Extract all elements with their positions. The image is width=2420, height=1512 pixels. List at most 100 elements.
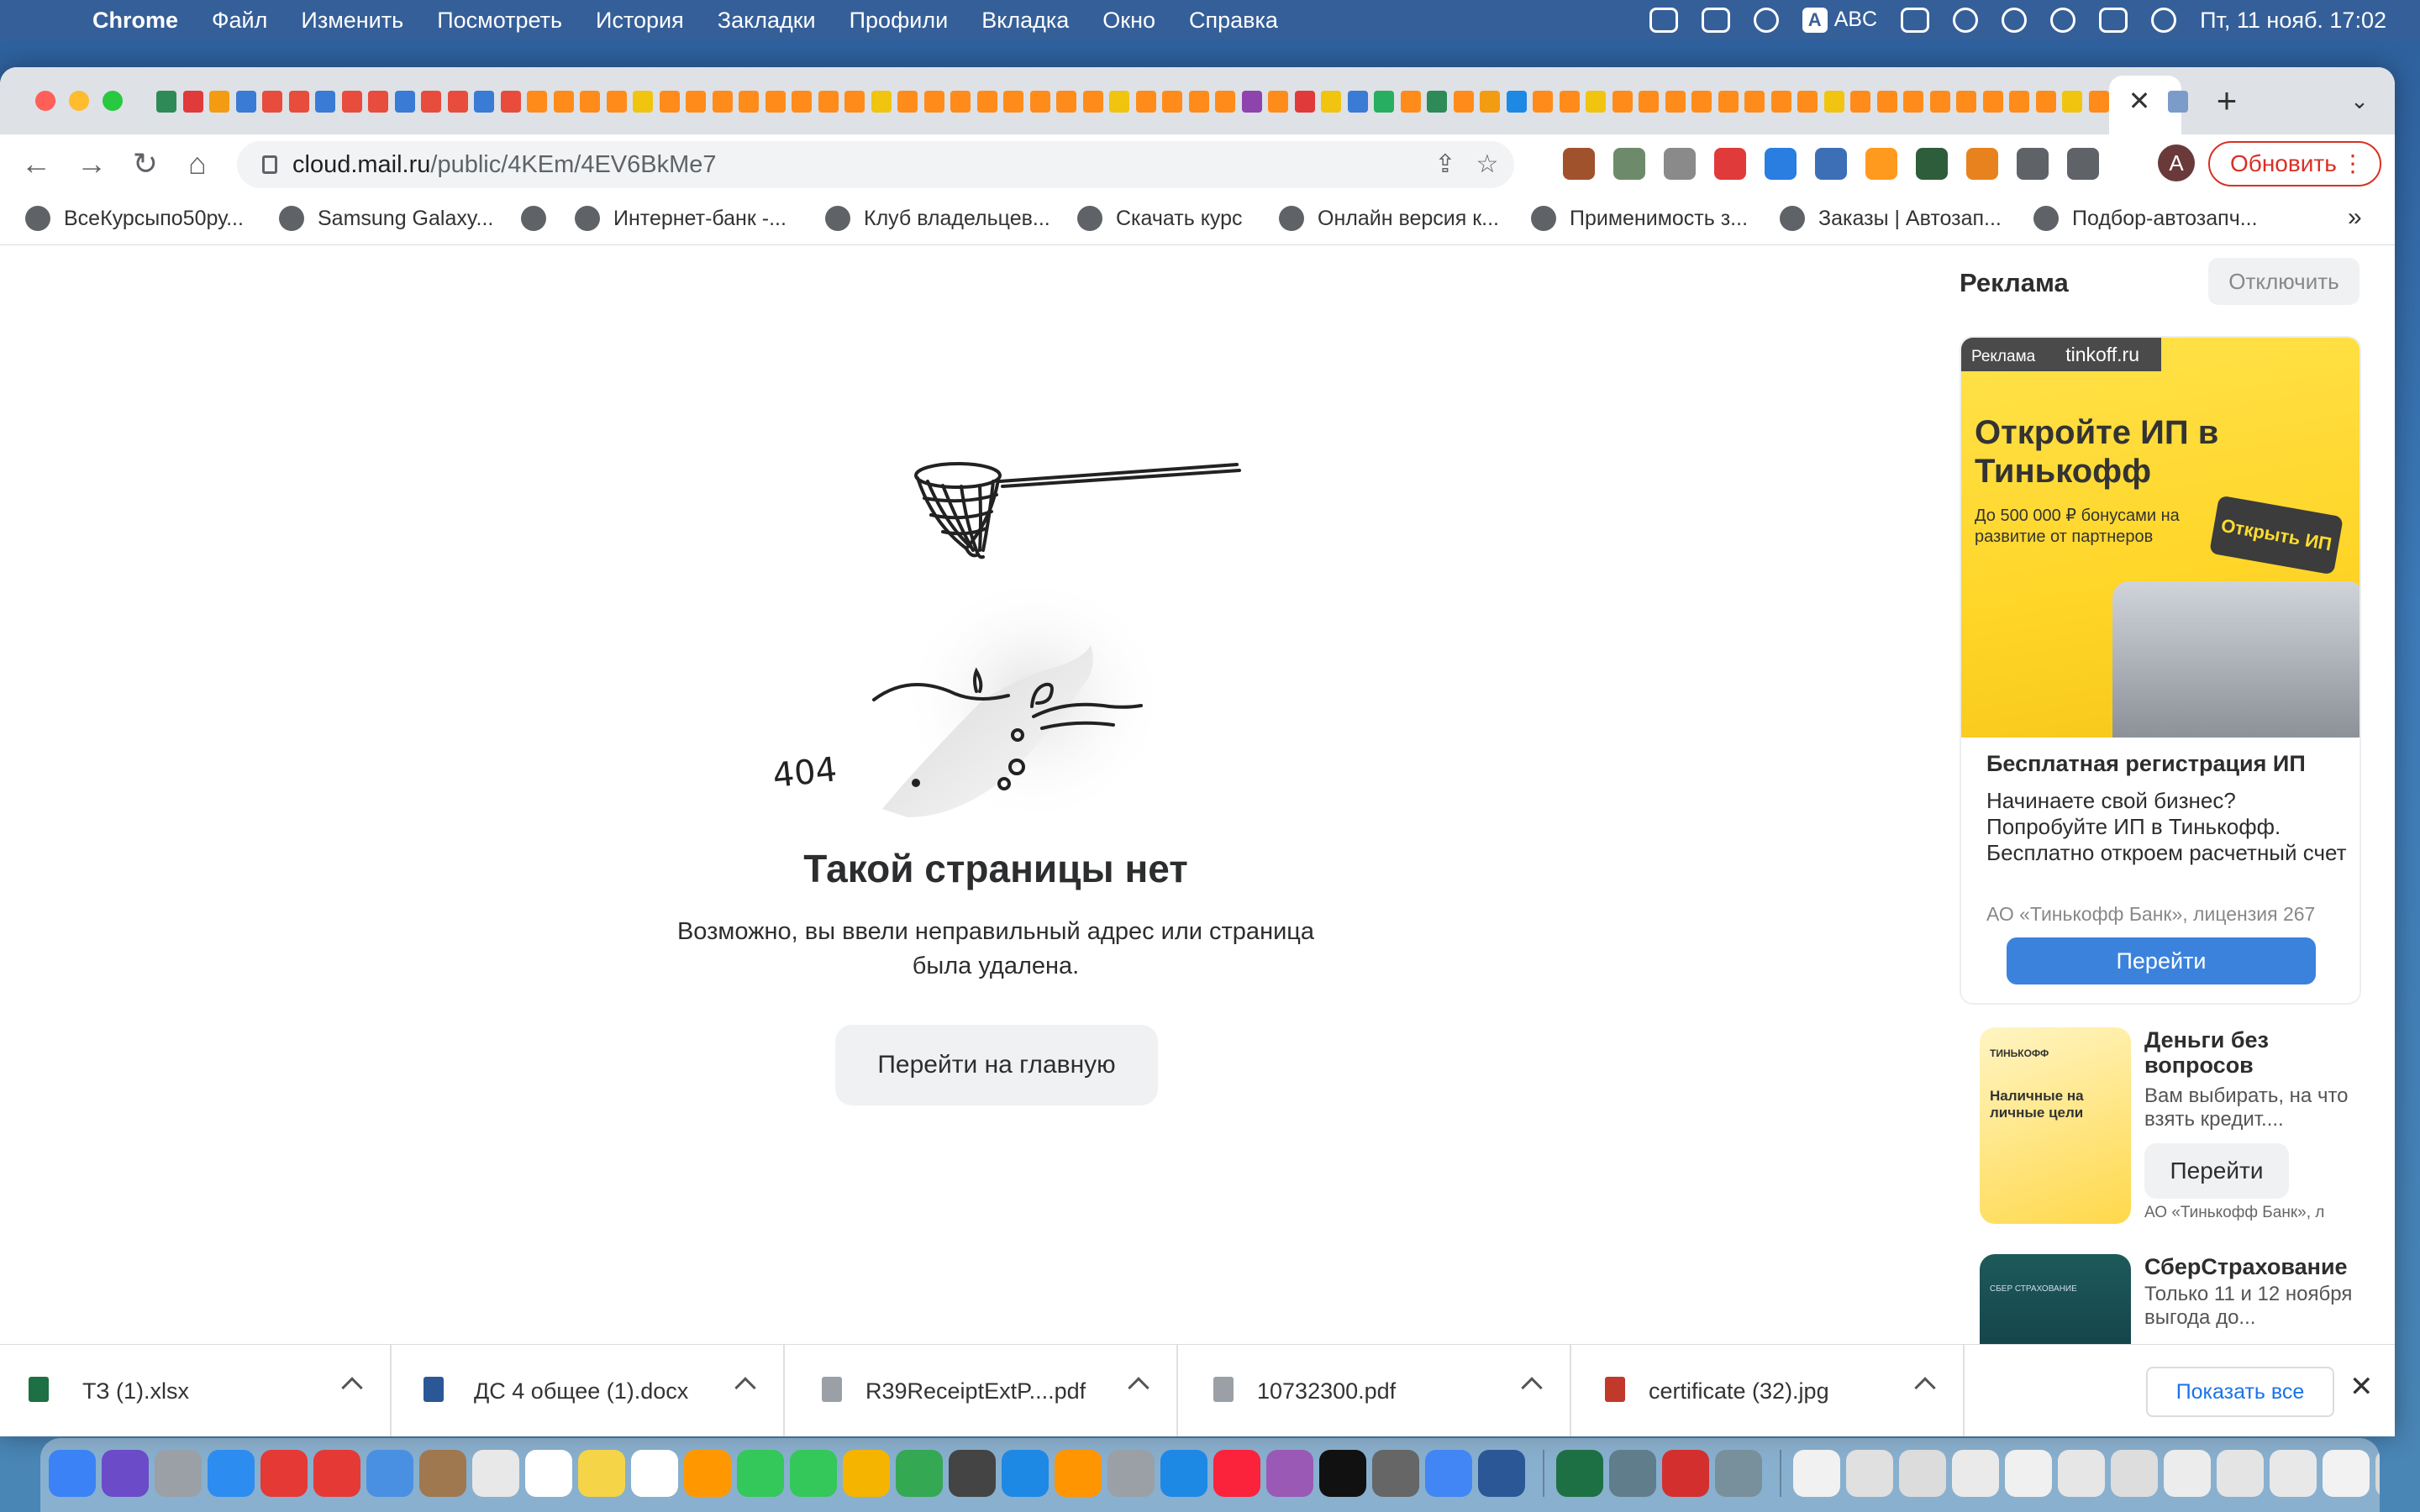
dock-app-icon[interactable] bbox=[949, 1450, 996, 1497]
dock-app-icon[interactable] bbox=[1899, 1450, 1946, 1497]
control-center-icon[interactable] bbox=[2099, 8, 2128, 33]
chevron-up-icon[interactable] bbox=[1521, 1377, 1543, 1399]
tab-favicon[interactable] bbox=[580, 91, 600, 113]
dock-app-icon[interactable] bbox=[419, 1450, 466, 1497]
tab-favicon[interactable] bbox=[1533, 91, 1553, 113]
dock-app-icon[interactable] bbox=[260, 1450, 308, 1497]
ad-card-main[interactable]: Реклама tinkoff.ru Откройте ИП в Тинькофф… bbox=[1960, 336, 2361, 1005]
tab-favicon[interactable] bbox=[1135, 91, 1156, 113]
ad-go-button[interactable]: Перейти bbox=[2007, 937, 2316, 984]
bookmark-item[interactable]: ВсеКурсыпо50ру... bbox=[25, 193, 244, 244]
download-extension-icon[interactable] bbox=[1815, 148, 1847, 180]
menu-bookmarks[interactable]: Закладки bbox=[718, 8, 816, 34]
mail-ru-icon[interactable] bbox=[1701, 8, 1730, 33]
menu-profiles[interactable]: Профили bbox=[850, 8, 949, 34]
dock-app-icon[interactable] bbox=[843, 1450, 890, 1497]
ad-image[interactable]: Реклама tinkoff.ru Откройте ИП в Тинькофф… bbox=[1961, 338, 2360, 741]
bookmark-star-icon[interactable]: ☆ bbox=[1472, 150, 1502, 180]
dock-app-icon[interactable] bbox=[1425, 1450, 1472, 1497]
close-downloads-icon[interactable]: ✕ bbox=[2349, 1370, 2374, 1404]
tab-favicon[interactable] bbox=[792, 91, 812, 113]
tab-favicon[interactable] bbox=[2088, 91, 2109, 113]
tab-favicon[interactable] bbox=[976, 91, 997, 113]
download-item[interactable]: ДС 4 общее (1).docx bbox=[393, 1345, 785, 1436]
tab-favicon[interactable] bbox=[1691, 91, 1712, 113]
tab-favicon[interactable] bbox=[1162, 91, 1182, 113]
tab-favicon[interactable] bbox=[1956, 91, 1976, 113]
tab-favicon[interactable] bbox=[447, 91, 468, 113]
puzzle-extensions-icon[interactable] bbox=[2017, 148, 2049, 180]
dock-app-icon[interactable] bbox=[1160, 1450, 1207, 1497]
ad-thumbnail[interactable]: ТИНЬКОФФ Наличные на личные цели bbox=[1980, 1027, 2131, 1224]
bookmarks-overflow-icon[interactable]: » bbox=[2348, 203, 2362, 232]
download-item[interactable]: ТЗ (1).xlsx bbox=[0, 1345, 392, 1436]
bookmark-item[interactable]: Онлайн версия к... bbox=[1279, 193, 1499, 244]
dock-app-icon[interactable] bbox=[208, 1450, 255, 1497]
dock-app-icon[interactable] bbox=[366, 1450, 413, 1497]
dock-app-icon[interactable] bbox=[790, 1450, 837, 1497]
dock-app-icon[interactable] bbox=[2164, 1450, 2211, 1497]
tab-favicon[interactable] bbox=[1850, 91, 1870, 113]
tab-favicon[interactable] bbox=[1109, 91, 1129, 113]
tab-favicon[interactable] bbox=[1506, 91, 1527, 113]
tab-favicon[interactable] bbox=[1559, 91, 1580, 113]
dock-app-icon[interactable] bbox=[1478, 1450, 1525, 1497]
tab-favicon[interactable] bbox=[156, 91, 176, 113]
dock-app-icon[interactable] bbox=[313, 1450, 360, 1497]
dock-app-icon[interactable] bbox=[1715, 1450, 1762, 1497]
tab-favicon[interactable] bbox=[1294, 91, 1315, 113]
bookmark-item[interactable]: Подбор-автозапч... bbox=[2033, 193, 2258, 244]
dock-app-icon[interactable] bbox=[1266, 1450, 1313, 1497]
extension-icon[interactable] bbox=[1916, 148, 1948, 180]
bookmark-item[interactable]: Скачать курс bbox=[1077, 193, 1243, 244]
dock-app-icon[interactable] bbox=[2217, 1450, 2264, 1497]
tab-favicon[interactable] bbox=[1453, 91, 1474, 113]
url-text[interactable]: cloud.mail.ru/public/4KEm/4EV6BkMe7 bbox=[292, 141, 717, 188]
menu-history[interactable]: История bbox=[596, 8, 684, 34]
tab-favicon[interactable] bbox=[1586, 91, 1606, 113]
tab-favicon[interactable] bbox=[527, 91, 547, 113]
ad-headline[interactable]: Бесплатная регистрация ИП bbox=[1986, 751, 2306, 777]
bookmark-item[interactable] bbox=[521, 193, 560, 244]
tab-favicon[interactable] bbox=[818, 91, 839, 113]
menu-help[interactable]: Справка bbox=[1189, 8, 1278, 34]
play-icon[interactable] bbox=[1753, 8, 1779, 33]
tab-favicon[interactable] bbox=[1427, 91, 1447, 113]
extension-icon[interactable] bbox=[1563, 148, 1595, 180]
share-icon[interactable]: ⇪ bbox=[1430, 150, 1460, 180]
tab-favicon[interactable] bbox=[2062, 91, 2082, 113]
tab-favicon[interactable] bbox=[1029, 91, 1050, 113]
dock-app-icon[interactable] bbox=[155, 1450, 202, 1497]
bookmark-item[interactable]: Применимость з... bbox=[1531, 193, 1748, 244]
chevron-up-icon[interactable] bbox=[734, 1377, 756, 1399]
tab-favicon[interactable] bbox=[659, 91, 680, 113]
minimize-window-button[interactable] bbox=[69, 91, 89, 111]
tab-favicon[interactable] bbox=[315, 91, 335, 113]
dock-app-icon[interactable] bbox=[1055, 1450, 1102, 1497]
dock-app-icon[interactable] bbox=[2323, 1450, 2370, 1497]
tab-favicon[interactable] bbox=[1400, 91, 1421, 113]
more-menu-icon[interactable]: ⋮ bbox=[2341, 143, 2365, 185]
chevron-up-icon[interactable] bbox=[1128, 1377, 1150, 1399]
tab-favicon[interactable] bbox=[1056, 91, 1076, 113]
tab-favicon[interactable] bbox=[474, 91, 494, 113]
tab-favicon[interactable] bbox=[1665, 91, 1686, 113]
address-bar[interactable]: cloud.mail.ru/public/4KEm/4EV6BkMe7 ⇪ ☆ bbox=[237, 141, 1514, 188]
close-tab-icon[interactable]: ✕ bbox=[2124, 86, 2154, 116]
tab-favicon[interactable] bbox=[1797, 91, 1818, 113]
bookmark-item[interactable]: Заказы | Автозап... bbox=[1780, 193, 2002, 244]
ad-go-button[interactable]: Перейти bbox=[2144, 1143, 2289, 1199]
download-item[interactable]: R39ReceiptExtP....pdf bbox=[786, 1345, 1178, 1436]
tab-favicon[interactable] bbox=[1003, 91, 1023, 113]
dock-app-icon[interactable] bbox=[1319, 1450, 1366, 1497]
dock-app-icon[interactable] bbox=[49, 1450, 96, 1497]
wifi-icon[interactable] bbox=[1953, 8, 1979, 33]
tab-favicon[interactable] bbox=[1241, 91, 1262, 113]
disable-ads-button[interactable]: Отключить bbox=[2208, 258, 2360, 305]
tab-favicon[interactable] bbox=[1082, 91, 1103, 113]
dock-app-icon[interactable] bbox=[1002, 1450, 1049, 1497]
tab-favicon[interactable] bbox=[2035, 91, 2056, 113]
tab-favicon[interactable] bbox=[1374, 91, 1394, 113]
tab-favicon[interactable] bbox=[235, 91, 256, 113]
show-all-downloads-button[interactable]: Показать все bbox=[2146, 1367, 2334, 1417]
